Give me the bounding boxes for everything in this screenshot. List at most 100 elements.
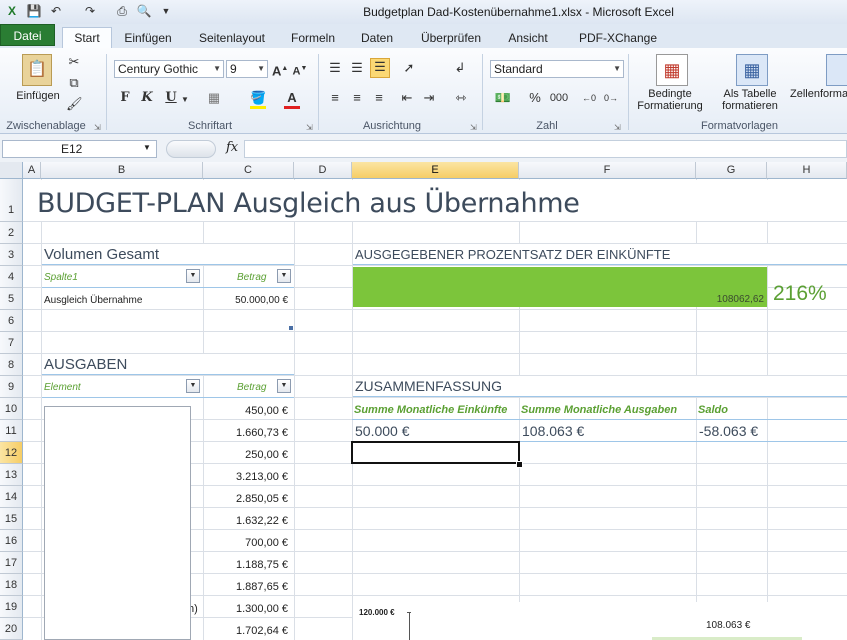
merge-center-icon[interactable]: ⇿ — [450, 90, 472, 106]
row-header[interactable]: 16 — [0, 530, 23, 552]
align-right-icon[interactable]: ≡ — [370, 90, 388, 106]
currency-icon[interactable]: 💵 — [494, 90, 512, 106]
tab-formeln[interactable]: Formeln — [288, 28, 338, 48]
column-header-c[interactable]: C — [203, 162, 294, 179]
font-size-combo[interactable]: 9 ▼ — [226, 60, 268, 78]
paste-icon[interactable]: 📋 — [22, 54, 52, 86]
element-listbox[interactable] — [44, 406, 191, 640]
paste-button[interactable]: Einfügen — [10, 90, 66, 102]
alignment-launcher-icon[interactable]: ⇲ — [470, 123, 477, 132]
column-header-d[interactable]: D — [294, 162, 352, 179]
percent-button[interactable]: % — [528, 90, 542, 106]
summary-value-expenses[interactable]: 108.063 € — [522, 423, 584, 439]
row-header[interactable]: 2 — [0, 222, 23, 244]
ausgaben-value[interactable]: 1.660,73 € — [204, 427, 288, 439]
bold-button[interactable]: F — [118, 90, 132, 106]
percent-display[interactable]: 216% — [773, 282, 827, 306]
cut-icon[interactable]: ✂ — [66, 54, 82, 70]
row-header[interactable]: 13 — [0, 464, 23, 486]
row-header[interactable]: 4 — [0, 266, 23, 288]
thousands-button[interactable]: 000 — [548, 90, 570, 106]
align-middle-icon[interactable]: ☰ — [348, 60, 366, 76]
summary-header-expenses[interactable]: Summe Monatliche Ausgaben — [521, 404, 677, 416]
increase-indent-icon[interactable]: ⇥ — [420, 90, 438, 106]
cell-styles-button[interactable]: Zellenforma — [790, 88, 847, 100]
number-format-combo[interactable]: Standard ▼ — [490, 60, 624, 78]
volumen-col2-header[interactable]: Betrag — [237, 272, 266, 283]
underline-button[interactable]: U — [164, 90, 178, 106]
column-header-b[interactable]: B — [41, 162, 203, 179]
fill-color-icon[interactable]: 🪣 — [250, 90, 266, 109]
number-launcher-icon[interactable]: ⇲ — [614, 123, 621, 132]
summary-title[interactable]: ZUSAMMENFASSUNG — [355, 378, 502, 394]
row-header[interactable]: 12 — [0, 442, 23, 464]
row-header[interactable]: 1 — [0, 179, 23, 222]
tab-ueberpruefen[interactable]: Überprüfen — [416, 28, 486, 48]
row-header[interactable]: 14 — [0, 486, 23, 508]
clipboard-launcher-icon[interactable]: ⇲ — [94, 123, 101, 132]
tab-daten[interactable]: Daten — [356, 28, 398, 48]
filter-dropdown-icon[interactable]: ▼ — [186, 269, 200, 283]
align-bottom-icon[interactable]: ☰ — [370, 58, 390, 78]
volumen-row-value[interactable]: 50.000,00 € — [230, 295, 288, 306]
font-name-combo[interactable]: Century Gothic ▼ — [114, 60, 224, 78]
formula-input[interactable] — [244, 140, 847, 158]
ausgaben-value[interactable]: 450,00 € — [204, 405, 288, 417]
summary-value-income[interactable]: 50.000 € — [355, 423, 410, 439]
italic-button[interactable]: K — [140, 90, 154, 106]
ausgaben-value[interactable]: 2.850,05 € — [204, 493, 288, 505]
align-center-icon[interactable]: ≡ — [348, 90, 366, 106]
conditional-formatting-icon[interactable]: ▦ — [656, 54, 688, 86]
tab-start[interactable]: Start — [62, 27, 112, 50]
row-header[interactable]: 15 — [0, 508, 23, 530]
ausgaben-value[interactable]: 1.702,64 € — [204, 625, 288, 637]
row-header[interactable]: 8 — [0, 354, 23, 376]
summary-header-income[interactable]: Summe Monatliche Einkünfte — [354, 404, 507, 416]
ausgaben-col2-header[interactable]: Betrag — [237, 382, 266, 393]
decrease-indent-icon[interactable]: ⇤ — [398, 90, 416, 106]
summary-header-balance[interactable]: Saldo — [698, 404, 728, 416]
format-as-table-icon[interactable]: ▦ — [736, 54, 768, 86]
filter-dropdown-icon[interactable]: ▼ — [277, 269, 291, 283]
volumen-col1-header[interactable]: Spalte1 — [44, 272, 78, 283]
decrease-decimal-icon[interactable]: 0→ — [602, 90, 620, 106]
select-all-corner[interactable] — [0, 162, 23, 179]
shrink-font-icon[interactable]: A▼ — [292, 61, 308, 80]
row-header[interactable]: 7 — [0, 332, 23, 354]
formula-bar-expand-handle[interactable] — [166, 140, 216, 158]
ausgaben-value[interactable]: 1.300,00 € — [204, 603, 288, 615]
font-color-icon[interactable]: A — [284, 90, 300, 109]
format-as-table-button[interactable]: Als Tabelle formatieren — [712, 88, 788, 112]
percent-title[interactable]: AUSGEGEBENER PROZENTSATZ DER EINKÜNFTE — [355, 247, 670, 262]
copy-icon[interactable]: ⧉ — [66, 75, 82, 91]
filter-dropdown-icon[interactable]: ▼ — [186, 379, 200, 393]
column-header-f[interactable]: F — [519, 162, 696, 179]
ausgaben-col1-header[interactable]: Element — [44, 382, 81, 393]
wrap-text-icon[interactable]: ↲ — [450, 60, 470, 76]
ausgaben-value[interactable]: 1.632,22 € — [204, 515, 288, 527]
summary-chart[interactable]: 120.000 € 108.063 € — [353, 602, 847, 640]
filter-dropdown-icon[interactable]: ▼ — [277, 379, 291, 393]
row-header[interactable]: 18 — [0, 574, 23, 596]
row-header[interactable]: 6 — [0, 310, 23, 332]
ausgaben-value[interactable]: 1.188,75 € — [204, 559, 288, 571]
ausgaben-value[interactable]: 1.887,65 € — [204, 581, 288, 593]
name-box[interactable]: E12 ▼ — [2, 140, 157, 158]
font-launcher-icon[interactable]: ⇲ — [306, 123, 313, 132]
tab-seitenlayout[interactable]: Seitenlayout — [196, 28, 268, 48]
tab-einfuegen[interactable]: Einfügen — [118, 28, 178, 48]
column-header-g[interactable]: G — [696, 162, 767, 179]
chevron-down-icon[interactable]: ▼ — [180, 92, 190, 108]
align-top-icon[interactable]: ☰ — [326, 60, 344, 76]
tab-pdf-xchange[interactable]: PDF-XChange V6 — [570, 28, 666, 65]
volumen-row-label[interactable]: Ausgleich Übernahme — [44, 295, 142, 306]
row-header[interactable]: 11 — [0, 420, 23, 442]
row-header[interactable]: 17 — [0, 552, 23, 574]
row-header[interactable]: 9 — [0, 376, 23, 398]
summary-value-balance[interactable]: -58.063 € — [699, 423, 758, 439]
row-header[interactable]: 19 — [0, 596, 23, 618]
row-header[interactable]: 3 — [0, 244, 23, 266]
increase-decimal-icon[interactable]: ←0 — [580, 90, 598, 106]
tab-datei[interactable]: Datei — [0, 24, 55, 46]
table-resize-handle[interactable] — [289, 326, 293, 330]
